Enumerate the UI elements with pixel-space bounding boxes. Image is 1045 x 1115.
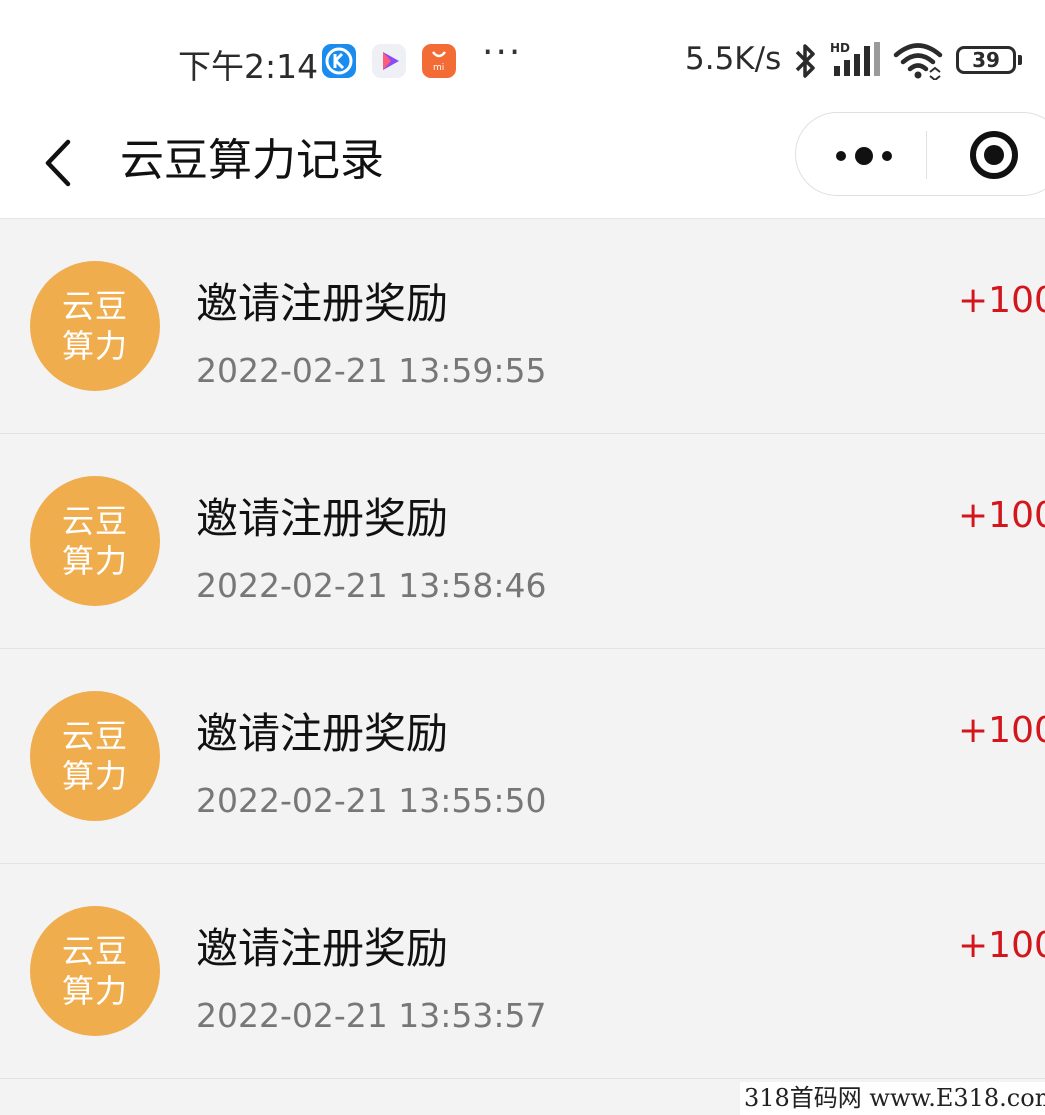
record-time: 2022-02-21 13:55:50 <box>196 781 547 820</box>
target-close-icon[interactable] <box>956 123 1032 187</box>
battery-icon: 39 <box>956 46 1022 74</box>
bluetooth-icon <box>791 42 821 84</box>
yundou-badge: 云豆 算力 <box>30 261 160 391</box>
capsule-divider <box>926 131 927 179</box>
list-item[interactable]: 云豆 算力 邀请注册奖励 2022-02-21 13:55:50 +100 <box>0 649 1045 864</box>
record-title: 邀请注册奖励 <box>196 279 449 328</box>
nav-bar: 云豆算力记录 <box>0 110 1045 219</box>
hd-signal-icon: HD <box>830 40 884 82</box>
record-title: 邀请注册奖励 <box>196 924 449 973</box>
record-amount: +100 <box>958 710 1045 751</box>
record-time: 2022-02-21 13:58:46 <box>196 566 547 605</box>
svg-text:HD: HD <box>830 41 850 55</box>
mini-program-capsule <box>795 112 1045 196</box>
status-bar: 下午2:14 mi ··· 5.5K/s HD 39 <box>0 0 1045 110</box>
network-speed: 5.5K/s <box>685 41 782 77</box>
more-dots-icon[interactable] <box>816 123 916 187</box>
badge-line2: 算力 <box>61 327 128 365</box>
badge-line1: 云豆 <box>61 717 128 755</box>
record-list: 云豆 算力 邀请注册奖励 2022-02-21 13:59:55 +100 云豆… <box>0 219 1045 1079</box>
list-item[interactable]: 云豆 算力 邀请注册奖励 2022-02-21 13:58:46 +100 <box>0 434 1045 649</box>
record-amount: +100 <box>958 495 1045 536</box>
record-time: 2022-02-21 13:53:57 <box>196 996 547 1035</box>
video-play-icon <box>372 44 406 78</box>
badge-line1: 云豆 <box>61 932 128 970</box>
yundou-badge: 云豆 算力 <box>30 691 160 821</box>
list-item[interactable]: 云豆 算力 邀请注册奖励 2022-02-21 13:59:55 +100 <box>0 219 1045 434</box>
battery-level: 39 <box>972 48 1000 72</box>
badge-line2: 算力 <box>61 972 128 1010</box>
wifi-icon <box>893 42 943 84</box>
record-amount: +100 <box>958 280 1045 321</box>
record-title: 邀请注册奖励 <box>196 709 449 758</box>
yundou-badge: 云豆 算力 <box>30 476 160 606</box>
record-title: 邀请注册奖励 <box>196 494 449 543</box>
badge-line2: 算力 <box>61 542 128 580</box>
status-more-icon: ··· <box>482 32 523 73</box>
record-time: 2022-02-21 13:59:55 <box>196 351 547 390</box>
record-amount: +100 <box>958 925 1045 966</box>
watermark: 318首码网 www.E318.com <box>740 1082 1045 1115</box>
k-app-icon <box>322 44 356 78</box>
page-title: 云豆算力记录 <box>120 135 384 186</box>
badge-line2: 算力 <box>61 757 128 795</box>
list-item[interactable]: 云豆 算力 邀请注册奖励 2022-02-21 13:53:57 +100 <box>0 864 1045 1079</box>
svg-text:mi: mi <box>433 63 444 73</box>
yundou-badge: 云豆 算力 <box>30 906 160 1036</box>
status-time: 下午2:14 <box>178 47 319 86</box>
chevron-left-icon[interactable] <box>38 132 82 194</box>
mi-store-icon: mi <box>422 44 456 78</box>
badge-line1: 云豆 <box>61 502 128 540</box>
badge-line1: 云豆 <box>61 287 128 325</box>
